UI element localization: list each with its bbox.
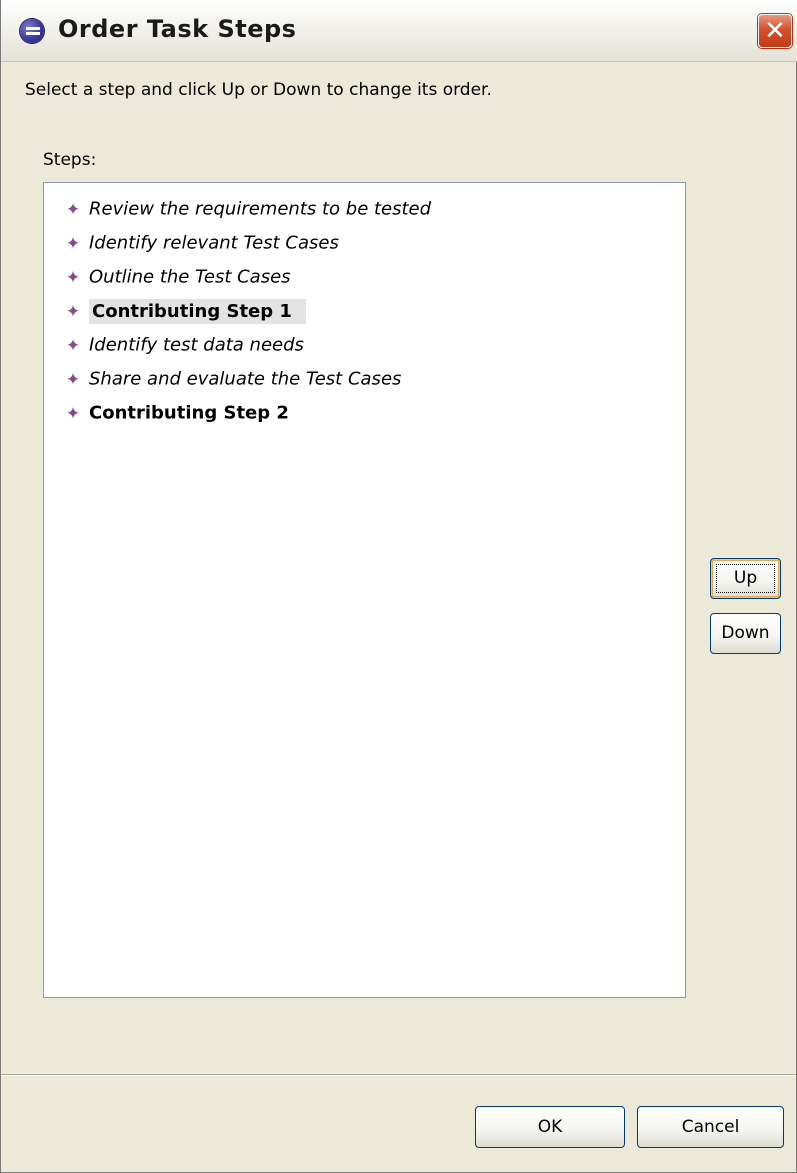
- step-label: Review the requirements to be tested: [89, 198, 432, 220]
- title-bar[interactable]: Order Task Steps ✕: [1, 0, 797, 62]
- step-diamond-icon: ✦: [65, 369, 81, 390]
- close-button[interactable]: ✕: [758, 14, 792, 48]
- step-label: Share and evaluate the Test Cases: [89, 368, 402, 390]
- step-label: Identify test data needs: [89, 334, 304, 356]
- list-item[interactable]: ✦ Identify relevant Test Cases: [44, 227, 685, 261]
- list-item[interactable]: ✦ Outline the Test Cases: [44, 261, 685, 295]
- list-item[interactable]: ✦ Contributing Step 2: [44, 397, 685, 431]
- down-button-label: Down: [721, 623, 770, 643]
- list-item[interactable]: ✦ Share and evaluate the Test Cases: [44, 363, 685, 397]
- step-label: Contributing Step 2: [89, 402, 289, 424]
- cancel-button-label: Cancel: [681, 1117, 740, 1137]
- eclipse-app-icon: [20, 19, 44, 43]
- step-diamond-icon: ✦: [65, 267, 81, 288]
- down-button[interactable]: Down: [710, 613, 781, 654]
- step-diamond-icon: ✦: [65, 301, 81, 322]
- step-diamond-icon: ✦: [65, 335, 81, 356]
- step-label: Identify relevant Test Cases: [89, 232, 339, 254]
- step-diamond-icon: ✦: [65, 199, 81, 220]
- separator: [1, 1074, 796, 1076]
- close-icon: ✕: [764, 16, 786, 46]
- list-item-selected[interactable]: ✦ Contributing Step 1: [44, 295, 685, 329]
- step-diamond-icon: ✦: [65, 233, 81, 254]
- step-diamond-icon: ✦: [65, 403, 81, 424]
- steps-list[interactable]: ✦ Review the requirements to be tested ✦ I…: [43, 182, 686, 998]
- ok-button-label: OK: [537, 1117, 563, 1137]
- focus-ring: [716, 564, 775, 593]
- ok-button[interactable]: OK: [475, 1106, 625, 1148]
- dialog-title: Order Task Steps: [58, 15, 297, 43]
- up-button[interactable]: Up: [710, 558, 781, 599]
- step-label: Contributing Step 1: [89, 298, 306, 324]
- list-item[interactable]: ✦ Review the requirements to be tested: [44, 193, 685, 227]
- step-label: Outline the Test Cases: [89, 266, 291, 288]
- list-item[interactable]: ✦ Identify test data needs: [44, 329, 685, 363]
- cancel-button[interactable]: Cancel: [637, 1106, 784, 1148]
- instruction-text: Select a step and click Up or Down to ch…: [25, 80, 492, 100]
- steps-label: Steps:: [43, 150, 97, 170]
- order-task-steps-dialog: Order Task Steps ✕ Select a step and cli…: [0, 0, 797, 1173]
